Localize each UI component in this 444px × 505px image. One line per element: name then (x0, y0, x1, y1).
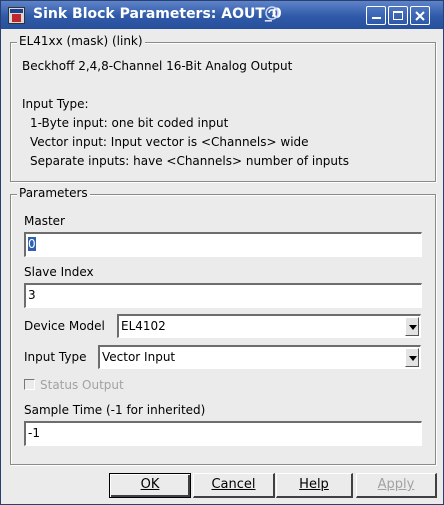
simulink-app-icon[interactable] (8, 7, 25, 24)
apply-button-label: Apply (377, 477, 415, 492)
mask-group-legend: EL41xx (mask) (link) (17, 34, 145, 48)
chevron-down-icon[interactable] (405, 348, 419, 367)
device-model-value: EL4102 (121, 319, 166, 333)
status-output-checkbox[interactable] (24, 379, 35, 390)
cancel-button-label: Cancel (211, 477, 256, 492)
slave-index-input[interactable]: 3 (24, 283, 422, 308)
chevron-down-icon[interactable] (405, 317, 419, 336)
maximize-button[interactable] (388, 6, 408, 25)
apply-button[interactable]: Apply (356, 473, 437, 498)
minimize-button[interactable] (366, 6, 386, 25)
input-type-select[interactable]: Vector Input (98, 345, 421, 369)
close-icon (415, 11, 425, 21)
sample-time-input[interactable]: -1 (24, 421, 422, 446)
ok-button[interactable]: OK (109, 473, 191, 498)
input-type-value: Vector Input (102, 350, 176, 364)
master-label: Master (24, 214, 65, 228)
close-button[interactable] (410, 6, 430, 25)
status-output-label: Status Output (40, 378, 124, 392)
slave-index-label: Slave Index (24, 265, 94, 279)
maximize-icon (393, 11, 403, 20)
help-button-label: Help (299, 477, 329, 492)
ok-button-label: OK (140, 477, 160, 492)
parameters-group-legend: Parameters (17, 186, 90, 200)
master-value: 0 (28, 237, 36, 251)
dialog-window: Sink Block Parameters: AOUT_0 EL41xx (ma… (0, 0, 444, 505)
device-model-label: Device Model (24, 319, 105, 333)
sample-time-label: Sample Time (-1 for inherited) (24, 403, 206, 417)
minimize-icon (372, 17, 381, 19)
block-description: Beckhoff 2,4,8-Channel 16-Bit Analog Out… (22, 59, 293, 73)
input-type-label: Input Type (24, 350, 87, 364)
swirl-icon (265, 6, 279, 20)
master-input[interactable]: 0 (24, 232, 422, 257)
input-type-line-1: 1-Byte input: one bit coded input (30, 116, 229, 130)
input-type-line-2: Vector input: Input vector is <Channels>… (30, 135, 309, 149)
input-type-line-3: Separate inputs: have <Channels> number … (30, 154, 349, 168)
input-type-heading: Input Type: (22, 97, 89, 111)
slave-index-value: 3 (28, 288, 36, 302)
help-button[interactable]: Help (276, 473, 353, 498)
window-title: Sink Block Parameters: AOUT_0 (33, 6, 282, 22)
device-model-select[interactable]: EL4102 (117, 314, 421, 338)
cancel-button[interactable]: Cancel (193, 473, 275, 498)
sample-time-value: -1 (28, 426, 40, 440)
title-bar[interactable]: Sink Block Parameters: AOUT_0 (1, 1, 443, 29)
